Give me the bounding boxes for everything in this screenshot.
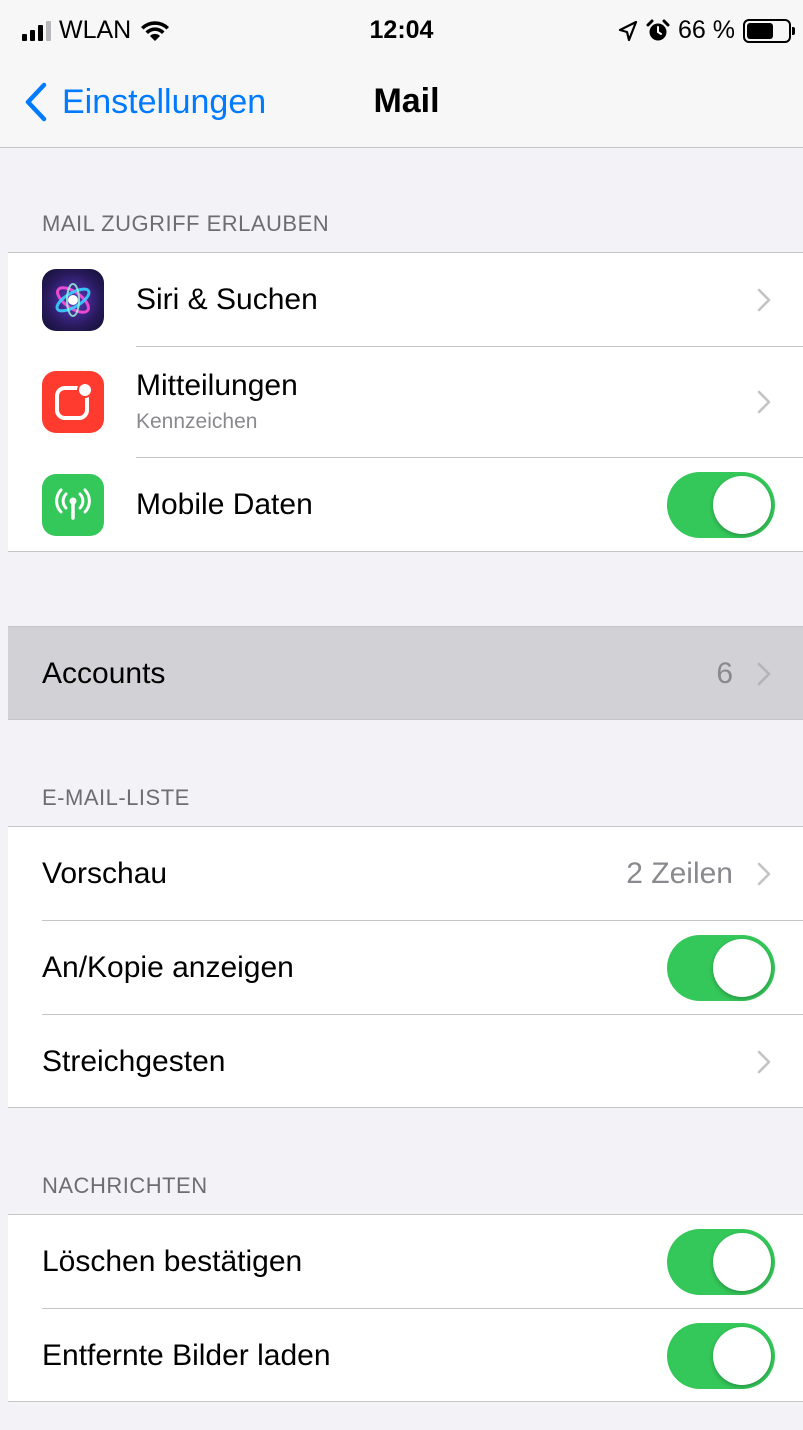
toggle-knob	[713, 1327, 771, 1385]
swipe-options-label: Streichgesten	[42, 1045, 226, 1078]
accounts-group: Accounts 6	[8, 626, 803, 720]
ask-before-deleting-toggle[interactable]	[667, 1229, 775, 1295]
notifications-icon	[42, 371, 104, 433]
messages-group: Löschen bestätigen Entfernte Bilder lade…	[8, 1214, 803, 1402]
battery-fill	[747, 22, 774, 39]
page-title: Mail	[373, 82, 440, 120]
chevron-right-icon	[757, 288, 771, 312]
mobile-data-label: Mobile Daten	[136, 488, 313, 521]
show-to-cc-row: An/Kopie anzeigen	[8, 921, 803, 1015]
chevron-right-icon	[757, 1050, 771, 1074]
swipe-options-row[interactable]: Streichgesten	[8, 1015, 803, 1107]
toggle-knob	[713, 1233, 771, 1291]
show-to-cc-label: An/Kopie anzeigen	[42, 951, 294, 984]
status-right: 66 %	[618, 16, 795, 45]
status-bar: WLAN 12:04 66 %	[0, 0, 803, 66]
siri-search-row[interactable]: Siri & Suchen	[8, 253, 803, 347]
notifications-sublabel: Kennzeichen	[136, 410, 258, 433]
battery-percent: 66 %	[678, 16, 735, 44]
location-arrow-icon	[618, 20, 638, 41]
load-remote-images-label: Entfernte Bilder laden	[42, 1339, 331, 1372]
siri-search-label: Siri & Suchen	[136, 283, 318, 316]
battery-icon	[743, 18, 795, 43]
load-remote-images-toggle[interactable]	[667, 1323, 775, 1389]
notifications-label: Mitteilungen	[136, 369, 298, 402]
toggle-knob	[713, 476, 771, 534]
mobile-data-row: Mobile Daten	[8, 458, 803, 551]
access-group: Siri & Suchen Mitteilungen Kennzeichen M…	[8, 252, 803, 552]
ask-before-deleting-label: Löschen bestätigen	[42, 1245, 303, 1278]
mobile-data-toggle[interactable]	[667, 472, 775, 538]
accounts-label: Accounts	[42, 657, 166, 690]
accounts-row[interactable]: Accounts 6	[8, 627, 803, 719]
accounts-count: 6	[716, 657, 733, 690]
cellular-icon	[42, 474, 104, 536]
mail-list-group: Vorschau 2 Zeilen An/Kopie anzeigen Stre…	[8, 826, 803, 1108]
chevron-right-icon	[757, 862, 771, 886]
load-remote-images-row: Entfernte Bilder laden	[8, 1309, 803, 1401]
show-to-cc-toggle[interactable]	[667, 935, 775, 1001]
chevron-right-icon	[757, 390, 771, 414]
navigation-bar: Einstellungen Mail	[0, 66, 803, 148]
siri-icon	[42, 269, 104, 331]
section-header-mail-list: E-MAIL-LISTE	[42, 785, 190, 810]
toggle-knob	[713, 939, 771, 997]
settings-screen: WLAN 12:04 66 % Einstellungen Mail MAIL …	[0, 0, 803, 1430]
section-header-messages: NACHRICHTEN	[42, 1173, 208, 1198]
chevron-right-icon	[757, 662, 771, 686]
alarm-icon	[646, 19, 670, 40]
preview-row[interactable]: Vorschau 2 Zeilen	[8, 827, 803, 921]
notifications-row[interactable]: Mitteilungen Kennzeichen	[8, 347, 803, 458]
preview-label: Vorschau	[42, 857, 168, 890]
preview-value: 2 Zeilen	[626, 857, 733, 890]
section-header-access: MAIL ZUGRIFF ERLAUBEN	[42, 211, 330, 236]
ask-before-deleting-row: Löschen bestätigen	[8, 1215, 803, 1309]
